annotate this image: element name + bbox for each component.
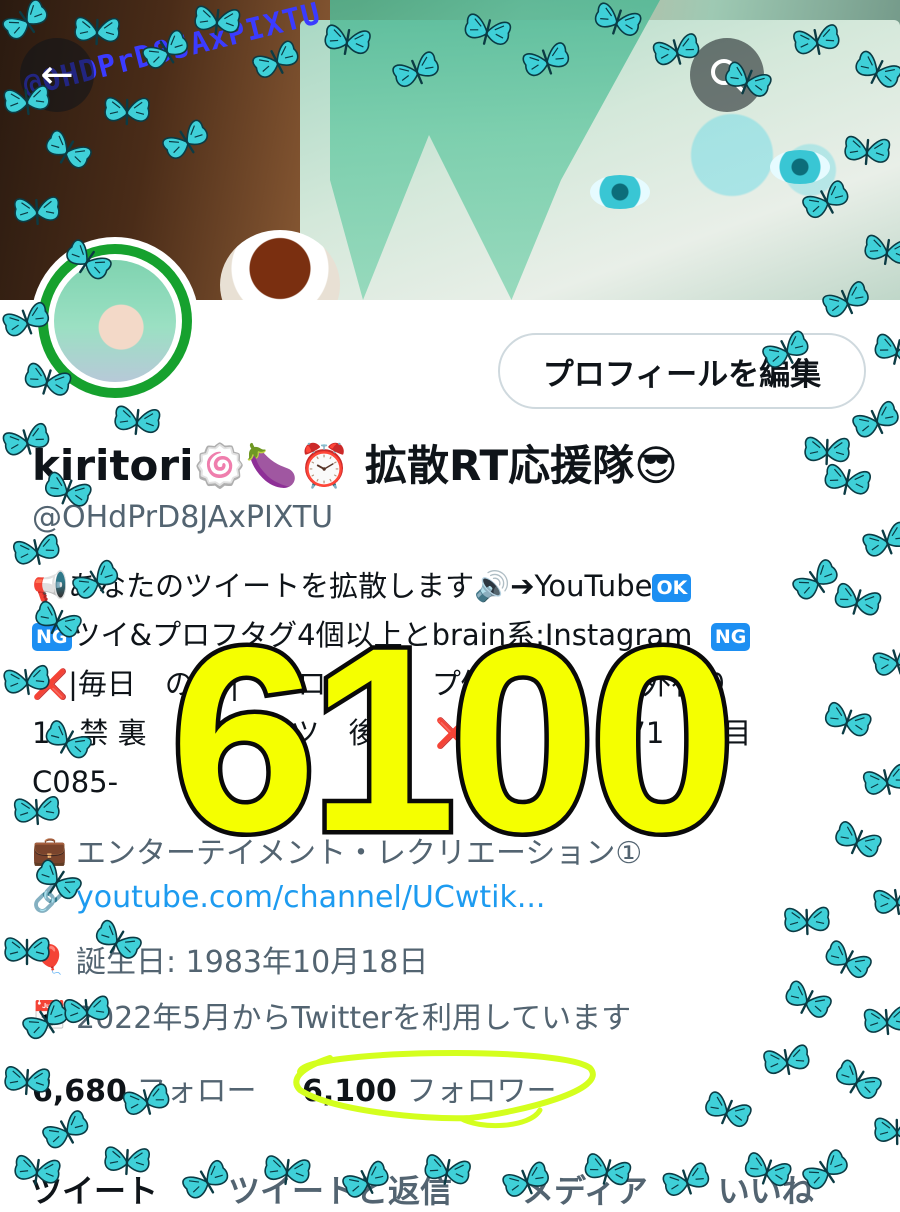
joined-text: 2022年5月からTwitterを利用しています — [76, 993, 631, 1037]
butterfly-icon — [816, 455, 878, 509]
butterfly-icon — [757, 1036, 818, 1089]
ng-badge-icon: NG — [32, 623, 72, 651]
balloon-icon: 🎈 — [32, 943, 66, 976]
profile-joined: 📅 2022年5月からTwitterを利用しています — [32, 993, 631, 1037]
profile-tabs: ツイート ツイートと返信 メディア いいね — [0, 1166, 900, 1206]
arrow-left-icon: ← — [40, 52, 74, 98]
followers-label: フォロワー — [406, 1074, 556, 1109]
butterfly-icon — [823, 811, 890, 873]
followers-link[interactable]: 6,100 フォロワー — [302, 1074, 592, 1109]
following-link[interactable]: 6,680 フォロー — [32, 1074, 302, 1109]
tab-tweets-replies[interactable]: ツイートと返信 — [228, 1166, 452, 1206]
following-label: フォロー — [136, 1074, 256, 1109]
search-icon — [707, 55, 747, 95]
back-button[interactable]: ← — [20, 38, 94, 112]
avatar[interactable] — [34, 240, 196, 402]
butterfly-icon — [773, 970, 841, 1034]
banner-character-eye — [590, 175, 650, 209]
calendar-icon: 📅 — [32, 999, 66, 1032]
tab-media[interactable]: メディア — [522, 1166, 648, 1206]
user-handle: @OHdPrD8JAxPIXTU — [32, 500, 333, 535]
birthday-text: 誕生日: 1983年10月18日 — [76, 937, 428, 981]
butterfly-icon — [694, 1081, 761, 1143]
link-icon: 🔗 — [32, 881, 66, 914]
follow-stats: 6,680 フォロー 6,100 フォロワー — [32, 1066, 592, 1110]
briefcase-icon: 💼 — [32, 834, 66, 867]
followers-count: 6,100 — [302, 1074, 397, 1109]
following-count: 6,680 — [32, 1074, 127, 1109]
tab-tweets[interactable]: ツイート — [30, 1166, 158, 1206]
follower-count-overlay: 6100 — [100, 610, 800, 870]
display-name: kiritori🍥🍆⏰ 拡散RT応援隊😎 — [32, 432, 678, 493]
butterfly-icon — [799, 429, 855, 475]
butterfly-icon — [779, 899, 835, 945]
butterfly-icon — [867, 876, 900, 928]
tab-likes[interactable]: いいね — [718, 1166, 814, 1206]
butterfly-icon — [822, 1049, 891, 1115]
butterfly-icon — [858, 998, 900, 1047]
butterfly-icon — [866, 324, 900, 379]
profile-birthday: 🎈 誕生日: 1983年10月18日 — [32, 937, 428, 981]
butterfly-icon — [870, 1110, 900, 1155]
edit-profile-button[interactable]: プロフィールを編集 — [498, 333, 866, 409]
search-button[interactable] — [690, 38, 764, 112]
avatar-image — [54, 260, 176, 382]
butterfly-icon — [813, 930, 881, 994]
banner-character-eye — [770, 150, 830, 184]
